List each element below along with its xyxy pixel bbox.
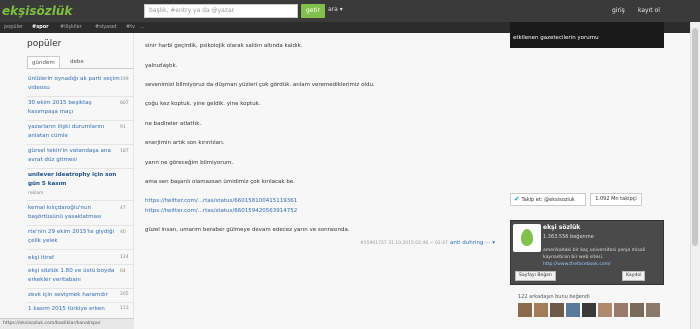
- topic-count: 64: [120, 269, 126, 274]
- topic-item[interactable]: 1 kasım 2015 türkiye erken: [28, 305, 120, 314]
- divider: [27, 168, 133, 169]
- entry-line: sevenimizi bilmiyoruz da düşman yüzleri …: [145, 82, 375, 88]
- facebook-page-name[interactable]: ekşi sözlük: [543, 224, 580, 231]
- entry-meta[interactable]: #55901727 31.10.2015 02:46 ~ 02:47: [360, 241, 448, 246]
- sponsored-topic-item[interactable]: unilever ideatrophy için son gün 5 kasım…: [28, 171, 120, 198]
- topic-count: 205: [120, 292, 129, 297]
- divider: [27, 96, 133, 97]
- sponsored-tag: reklam: [28, 191, 44, 196]
- facebook-likes-count: 1.363.556 beğenme: [543, 234, 594, 240]
- topic-item[interactable]: ekşi itiraf: [28, 254, 120, 263]
- topic-count: 40: [120, 230, 126, 235]
- divider: [27, 144, 133, 145]
- topic-item[interactable]: gürsel tekin'in vatandaşa ana avrat düz …: [28, 147, 120, 165]
- entry-line: sinir harbi geçirdik, psikolojik olarak …: [145, 43, 303, 49]
- entry-line: yalnızlaştık.: [145, 63, 178, 69]
- nav-siyaset[interactable]: #siyaset: [95, 24, 117, 30]
- divider: [27, 302, 133, 303]
- topic-count: 124: [120, 255, 129, 260]
- sponsored-topic-label: unilever ideatrophy için son gün 5 kasım: [28, 172, 117, 187]
- nav-tv[interactable]: #tv: [126, 24, 135, 30]
- topic-item[interactable]: ünlülerin oynadığı ak parti seçim videos…: [28, 75, 120, 93]
- entry-line: yarın ne göreceğim bilmiyorum.: [145, 160, 234, 166]
- avatar[interactable]: [566, 303, 580, 317]
- topic-count: 187: [120, 149, 129, 154]
- facebook-like-button[interactable]: Sayfayı Beğen: [515, 271, 556, 281]
- sidebar-title: popüler: [27, 39, 62, 49]
- nav-spor[interactable]: #spor: [32, 24, 49, 30]
- search-input[interactable]: başlık, #entry ya da @yazar: [144, 4, 298, 18]
- topic-count: 47: [120, 206, 126, 211]
- eksi-drop-icon: [521, 229, 533, 246]
- facebook-friends-like: 122 arkadaşın bunu beğendi: [518, 294, 590, 300]
- tab-gundem[interactable]: gündem: [27, 56, 60, 68]
- top-bar: [0, 0, 700, 22]
- avatar[interactable]: [550, 303, 564, 317]
- facebook-post-link[interactable]: http://www.thefacebook.com/: [543, 262, 611, 267]
- entry-line: güzel insan, umarım beraber gülmeye deva…: [145, 227, 350, 233]
- search-button[interactable]: getir: [301, 4, 325, 18]
- avatar[interactable]: [630, 303, 644, 317]
- divider: [27, 264, 133, 265]
- topic-count: 607: [120, 101, 129, 106]
- avatar[interactable]: [582, 303, 596, 317]
- advanced-search-dropdown[interactable]: ara ▾: [328, 6, 343, 13]
- nav-more[interactable]: ...: [140, 24, 145, 30]
- facebook-post: amerikadaki bir kaç universitesi yonja m…: [543, 247, 661, 268]
- avatar[interactable]: [534, 303, 548, 317]
- topic-count: 113: [120, 306, 129, 311]
- avatar[interactable]: [598, 303, 612, 317]
- topic-item[interactable]: yazarların ilişki durumlarını anlatan cü…: [28, 123, 120, 141]
- entry-line: enerjimin artık son kırıntıları.: [145, 140, 225, 146]
- divider: [27, 249, 133, 250]
- tab-divider: [27, 68, 133, 69]
- topic-count: 91: [120, 125, 126, 130]
- twitter-bird-icon: ✔: [514, 195, 520, 203]
- browser-status-bar: https://eksisozluk.com/basliklar/kanal/s…: [0, 318, 134, 329]
- topic-item[interactable]: ekşi sözlük 1.80 ve üstü boyda erkekler …: [28, 267, 120, 285]
- tweet-link[interactable]: https://twitter.com/...rtas/status/66015…: [145, 198, 297, 204]
- topic-item[interactable]: kemal kılıçdaroğlu'nun başörtüsünü yasak…: [28, 204, 120, 222]
- divider: [27, 200, 133, 201]
- twitter-follow-button[interactable]: ✔ Takip et: @eksisozluk: [510, 193, 586, 206]
- entry-author[interactable]: anti duhring ··· ▾: [450, 240, 495, 246]
- divider: [27, 288, 133, 289]
- topic-item[interactable]: rte'nin 29 ekim 2015'te giydiği çelik ye…: [28, 228, 120, 246]
- divider: [27, 225, 133, 226]
- login-link[interactable]: giriş: [612, 7, 625, 14]
- avatar[interactable]: [518, 303, 532, 317]
- avatar[interactable]: [646, 303, 660, 317]
- avatar[interactable]: [614, 303, 628, 317]
- nav-populer[interactable]: popüler: [4, 24, 23, 30]
- nav-iliskiler[interactable]: #ilişkiler: [60, 24, 82, 30]
- topic-item[interactable]: zevk için sevişmek haramdır: [28, 291, 120, 300]
- facebook-page-avatar[interactable]: [513, 224, 541, 252]
- entry-line: ne badireler atlattık.: [145, 121, 202, 127]
- topic-item[interactable]: 30 ekim 2015 beşiktaş kasımpaşa maçı: [28, 99, 120, 117]
- tab-debe[interactable]: debe: [66, 56, 88, 68]
- promo-text[interactable]: etkilenen gazetecilerin yorumu: [513, 35, 599, 41]
- site-logo[interactable]: ekşisözlük: [2, 1, 72, 21]
- twitter-follow-label: Takip et: @eksisozluk: [521, 197, 575, 203]
- tweet-link[interactable]: https://twitter.com/...rtas/status/66015…: [145, 208, 297, 214]
- entry-line: çoğu kez koptuk. yine geldik. yine koptu…: [145, 101, 261, 107]
- divider: [27, 120, 133, 121]
- facebook-post-text: amerikadaki bir kaç universitesi yonja m…: [543, 248, 646, 260]
- facebook-signup-button[interactable]: Kaydol: [622, 271, 646, 281]
- topic-count: 199: [120, 77, 129, 82]
- scrollbar-thumb[interactable]: [692, 28, 698, 246]
- entry-line: ama sen başarılı olamazsan ümidimiz çok …: [145, 179, 295, 185]
- twitter-followers-count: 1.092 Mn takipçi: [590, 193, 642, 206]
- register-link[interactable]: kayıt ol: [638, 7, 660, 14]
